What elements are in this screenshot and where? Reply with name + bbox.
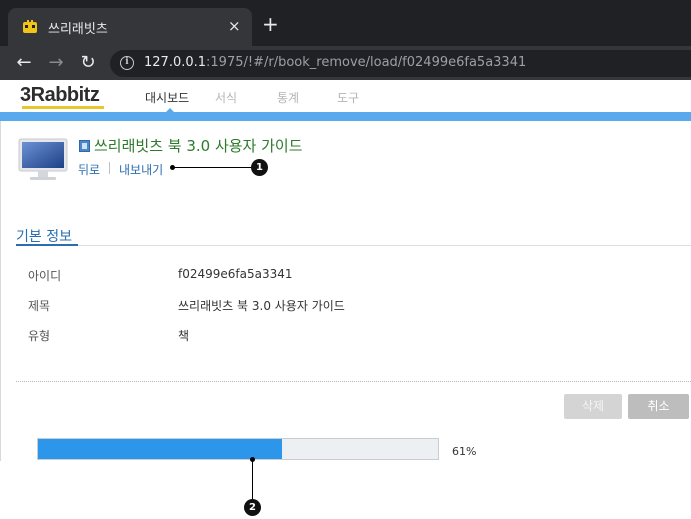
forward-arrow-icon[interactable]: → — [45, 52, 67, 74]
content-left-border — [0, 121, 1, 461]
page-title: 쓰리래빗츠 북 3.0 사용자 가이드 — [94, 137, 303, 155]
info-value-id: f02499e6fa5a3341 — [178, 267, 293, 281]
info-label-type: 유형 — [28, 329, 51, 343]
new-tab-icon[interactable]: + — [262, 14, 279, 34]
url-host: 127.0.0.1 — [144, 55, 207, 70]
nav-statistics[interactable]: 통계 — [277, 89, 299, 106]
url-path: :1975/!#/r/book_remove/load/f02499e6fa5a… — [206, 55, 527, 70]
delete-button[interactable]: 삭제 — [564, 394, 622, 419]
app-header-bar — [0, 112, 691, 121]
book-icon — [79, 140, 90, 152]
site-info-icon[interactable]: i — [120, 56, 134, 70]
info-value-type: 책 — [178, 329, 190, 343]
logo[interactable]: 3Rabbitz — [20, 84, 100, 107]
url-text[interactable]: 127.0.0.1:1975/!#/r/book_remove/load/f02… — [144, 55, 526, 70]
close-tab-icon[interactable]: × — [228, 17, 241, 35]
browser-toolbar: ← → ↻ i 127.0.0.1:1975/!#/r/book_remove/… — [0, 46, 691, 80]
section-rule — [16, 245, 691, 246]
back-link[interactable]: 뒤로 — [78, 161, 100, 178]
progress-bar — [37, 438, 439, 460]
progress-label: 61% — [452, 445, 477, 458]
callout-2-line — [252, 460, 253, 500]
back-arrow-icon[interactable]: ← — [13, 52, 35, 74]
callout-2-badge: 2 — [244, 499, 261, 516]
info-value-title: 쓰리래빗츠 북 3.0 사용자 가이드 — [178, 299, 345, 313]
cancel-button[interactable]: 취소 — [628, 394, 689, 419]
rabbit-favicon-icon — [23, 20, 37, 33]
dotted-divider — [16, 381, 691, 382]
nav-tools[interactable]: 도구 — [337, 89, 359, 106]
reload-icon[interactable]: ↻ — [77, 52, 99, 74]
callout-1-line — [172, 167, 252, 168]
nav-dashboard[interactable]: 대시보드 — [145, 89, 189, 106]
tab-title: 쓰리래빗츠 — [48, 22, 108, 37]
section-title[interactable]: 기본 정보 — [16, 226, 72, 246]
app-header: 3Rabbitz 대시보드 서식 통계 도구 — [0, 80, 691, 112]
browser-tab[interactable]: 쓰리래빗츠 × — [8, 8, 252, 46]
callout-1-badge: 1 — [251, 159, 268, 176]
address-bar[interactable]: i 127.0.0.1:1975/!#/r/book_remove/load/f… — [110, 50, 691, 77]
export-link[interactable]: 내보내기 — [119, 161, 163, 178]
browser-tab-bar: 쓰리래빗츠 × + — [0, 0, 691, 46]
logo-underline — [22, 106, 104, 109]
section-active-underline — [16, 244, 78, 246]
info-label-id: 아이디 — [28, 269, 62, 283]
progress-fill — [38, 439, 282, 459]
link-divider — [109, 162, 110, 174]
info-label-title: 제목 — [28, 299, 51, 313]
nav-forms[interactable]: 서식 — [215, 89, 237, 106]
monitor-icon — [18, 138, 68, 180]
